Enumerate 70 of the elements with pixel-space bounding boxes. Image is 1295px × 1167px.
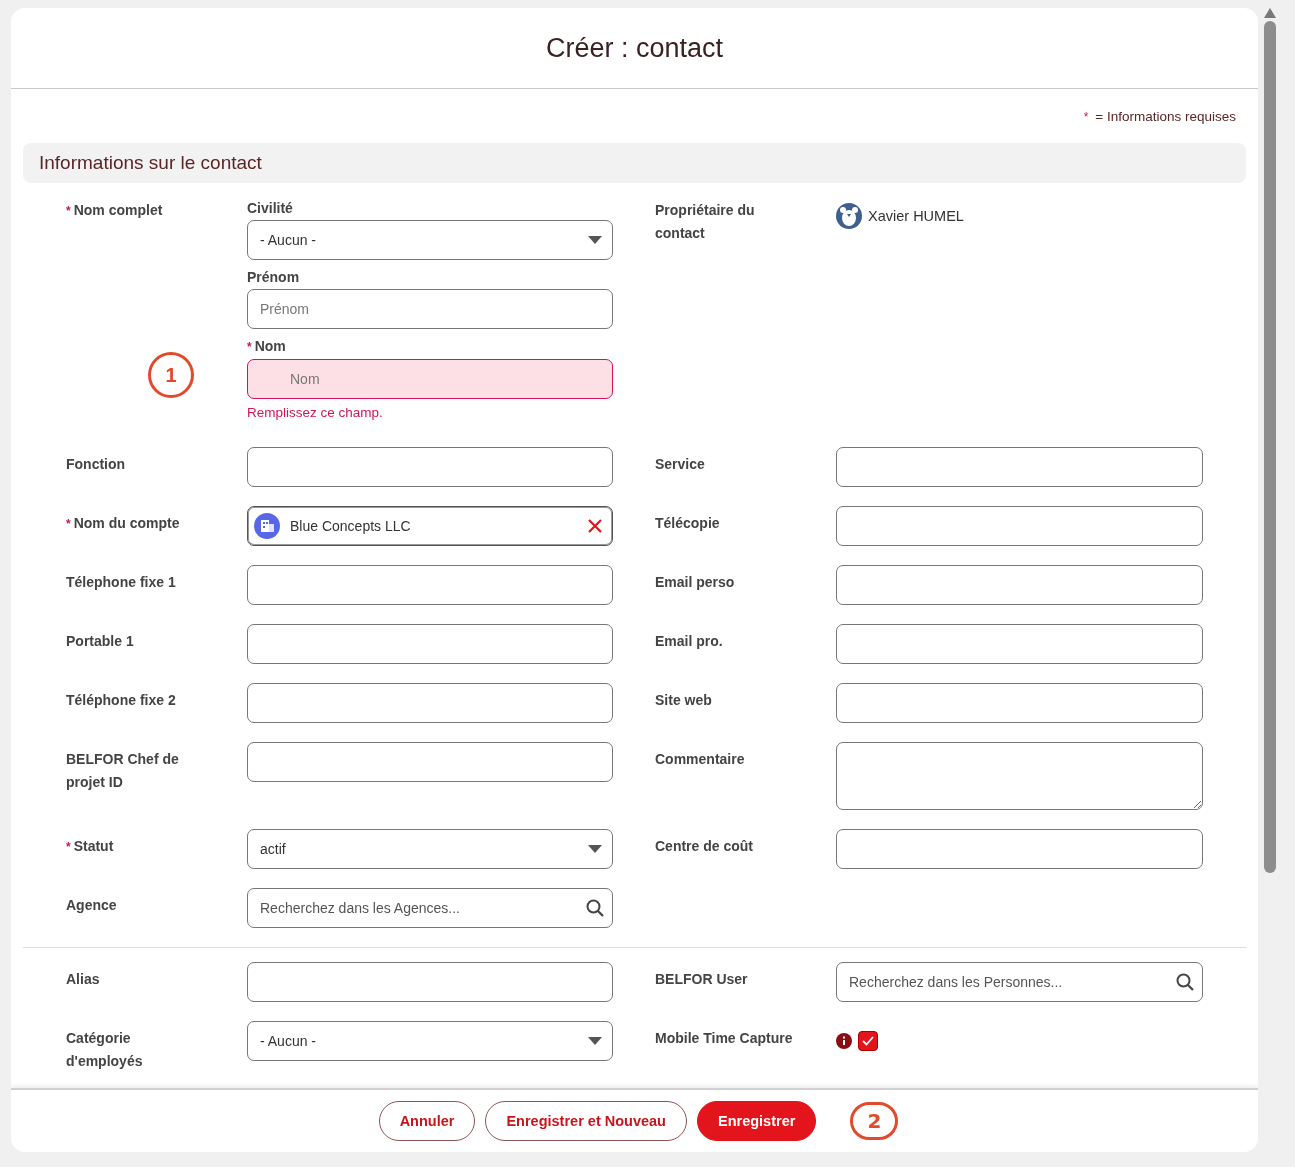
field-label: Service [655, 455, 706, 474]
field-label: Portable 1 [66, 632, 135, 651]
check-icon [862, 1036, 874, 1046]
field-label: Fonction [66, 455, 127, 474]
annotation-marker: 2 [850, 1102, 899, 1140]
text-field[interactable] [836, 447, 1203, 487]
secondary-button[interactable]: Annuler [378, 1101, 476, 1141]
textarea-field[interactable] [836, 742, 1203, 810]
text-field[interactable] [836, 565, 1203, 605]
field-label: * Nom [247, 337, 287, 356]
text-field[interactable] [836, 829, 1203, 869]
select-field[interactable]: actif [247, 829, 613, 869]
caret-icon [588, 845, 602, 853]
text-field[interactable] [247, 683, 613, 723]
field-label: Email perso [655, 573, 736, 592]
field-label: Email pro. [655, 632, 724, 651]
close-icon[interactable] [588, 519, 602, 533]
text-field[interactable] [247, 447, 613, 487]
field-label: * Nom du compte [66, 514, 181, 533]
checkbox[interactable] [858, 1031, 878, 1051]
caret-icon [588, 1037, 602, 1045]
lookup-field[interactable]: Blue Concepts LLC [247, 506, 613, 546]
required-mark: * [66, 517, 71, 531]
field-label: Prénom [247, 268, 301, 286]
select-field[interactable]: - Aucun - [247, 220, 613, 260]
required-mark: * [247, 340, 252, 354]
scrollbar-thumb[interactable] [1264, 21, 1276, 873]
field-label: Mobile Time Capture [655, 1029, 794, 1048]
search-icon [1176, 973, 1194, 991]
avatar-icon [836, 203, 862, 229]
save-button[interactable]: Enregistrer [697, 1101, 817, 1141]
text-field[interactable] [247, 624, 613, 664]
field-label: Civilité [247, 199, 294, 217]
field-label: Catégorie d'employés [66, 1029, 144, 1071]
modal-title: Créer : contact [545, 32, 724, 64]
search-field[interactable]: Recherchez dans les Personnes... [836, 962, 1203, 1002]
field-label: Centre de coût [655, 837, 754, 856]
text-field[interactable] [836, 624, 1203, 664]
select-field[interactable]: - Aucun - [247, 1021, 613, 1061]
owner-name[interactable]: Xavier HUMEL [868, 208, 964, 224]
text-field[interactable]: Prénom [247, 289, 613, 329]
error-message: Remplissez ce champ. [247, 405, 384, 420]
field-label: Télécopie [655, 514, 721, 533]
field-label: Alias [66, 970, 101, 989]
annotation-marker: 1 [148, 352, 194, 398]
required-mark: * [66, 840, 71, 854]
text-field[interactable] [247, 742, 613, 782]
text-field[interactable] [836, 683, 1203, 723]
text-field[interactable] [247, 962, 613, 1002]
required-legend: * = Informations requises [1083, 109, 1236, 143]
field-label: Télephone fixe 1 [66, 573, 177, 592]
search-icon [586, 899, 604, 917]
field-label: Agence [66, 896, 118, 915]
section-title: Informations sur le contact [39, 152, 262, 174]
invalid-text-field[interactable]: Nom [247, 359, 613, 399]
caret-icon [588, 236, 602, 244]
field-label: Site web [655, 691, 713, 710]
field-label: * Statut [66, 837, 115, 856]
field-label: BELFOR User [655, 970, 749, 989]
field-label: Téléphone fixe 2 [66, 691, 177, 710]
secondary-button[interactable]: Enregistrer et Nouveau [485, 1101, 687, 1141]
field-label: Commentaire [655, 750, 746, 769]
required-mark: * [66, 204, 71, 218]
field-label: Propriétaire du contact [655, 201, 756, 243]
text-field[interactable] [836, 506, 1203, 546]
field-label: BELFOR Chef de projet ID [66, 750, 180, 792]
text-field[interactable] [247, 565, 613, 605]
search-field[interactable]: Recherchez dans les Agences... [247, 888, 613, 928]
scroll-up-icon[interactable] [1264, 8, 1276, 18]
building-icon [254, 513, 280, 539]
